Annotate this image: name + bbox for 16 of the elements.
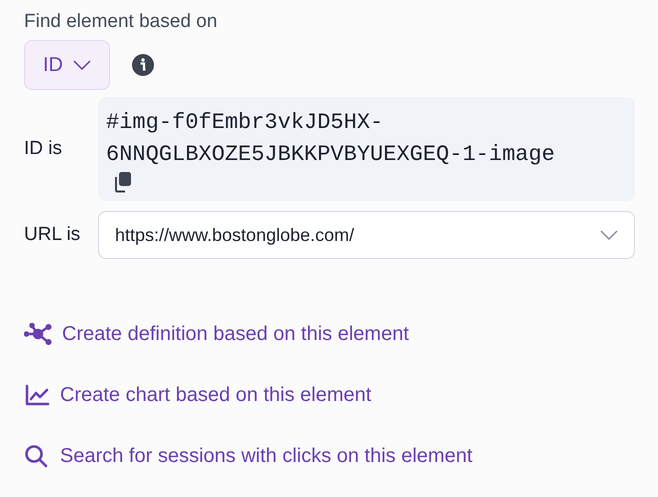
copy-icon[interactable] [112, 171, 132, 193]
action-link[interactable]: Create chart based on this element [24, 381, 634, 409]
chevron-down-icon [600, 230, 618, 240]
search-icon [24, 444, 50, 468]
chevron-down-icon [73, 60, 91, 70]
selector-dropdown[interactable]: ID [24, 40, 110, 90]
network-icon [24, 323, 52, 345]
field-label: URL is [24, 224, 82, 246]
action-link[interactable]: Search for sessions with clicks on this element [24, 442, 634, 470]
field-label: ID is [24, 138, 63, 160]
section-heading: Find element based on [24, 10, 218, 34]
url-dropdown[interactable]: https://www.bostonglobe.com/ [98, 211, 635, 259]
line-chart-icon [24, 384, 50, 406]
element-id: #img-f0fEmbr3vkJD5HX-6NNQGLBXOZE5JBKKPVBYUEXGEQ-1-image [106, 109, 556, 169]
action-link[interactable]: Create definition based on this element [24, 320, 634, 348]
info-icon[interactable] [132, 54, 154, 76]
